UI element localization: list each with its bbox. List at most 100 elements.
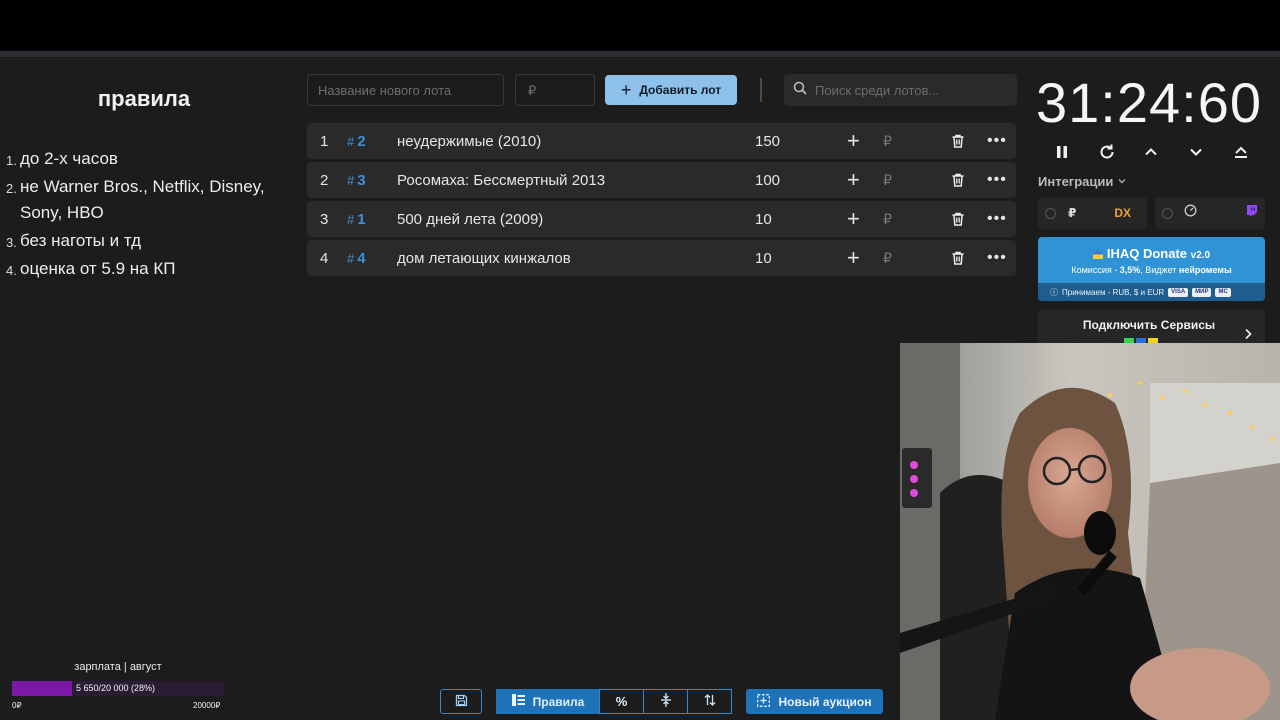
add-lot-button[interactable]: + Добавить лот <box>605 75 737 105</box>
percent-button[interactable]: % <box>599 689 644 714</box>
lot-amount: 150 <box>755 132 781 150</box>
lot-currency[interactable]: ₽ <box>883 123 892 159</box>
mastercard-badge: MC <box>1215 287 1231 297</box>
visa-badge: VISA <box>1168 287 1189 297</box>
lot-name[interactable]: дом летающих кинжалов <box>397 240 571 276</box>
integration-radio[interactable] <box>1045 207 1056 219</box>
rules-title: правила <box>97 86 191 111</box>
rule-text: оценка от 5.9 на КП <box>20 259 176 278</box>
info-icon: ⓘ <box>1050 287 1058 297</box>
sort-icon <box>704 694 716 709</box>
rule-item: 2. не Warner Bros., Netflix, Disney, Sony… <box>6 174 296 226</box>
lot-id[interactable]: #4 <box>347 240 366 276</box>
webcam-feed <box>900 343 1280 720</box>
salary-min-label: 0₽ <box>12 701 22 710</box>
compress-icon <box>660 693 672 710</box>
sort-button[interactable] <box>687 689 732 714</box>
lot-add-amount-button[interactable]: + <box>847 201 860 237</box>
rule-item: 3. без наготы и тд <box>6 228 296 254</box>
donate-subtitle: Комиссия - 3,5%, Виджет нейромемы <box>1038 265 1265 275</box>
lot-search[interactable] <box>784 74 1017 106</box>
salary-label: зарплата | август <box>74 661 162 673</box>
lot-price-input[interactable] <box>515 74 595 106</box>
rule-text: не Warner Bros., Netflix, Disney, Sony, … <box>20 177 265 222</box>
add-lot-label: Добавить лот <box>639 83 722 97</box>
lot-add-amount-button[interactable]: + <box>847 162 860 198</box>
lot-amount: 10 <box>755 210 772 228</box>
lot-id[interactable]: #3 <box>347 162 366 198</box>
lot-amount: 100 <box>755 171 781 189</box>
lot-index: 1 <box>320 132 329 150</box>
lot-name[interactable]: Росомаха: Бессмертный 2013 <box>397 162 605 198</box>
lot-id[interactable]: #2 <box>347 123 366 159</box>
restart-icon[interactable] <box>1094 139 1120 165</box>
donate-version: v2.0 <box>1190 250 1211 261</box>
integration-radio[interactable] <box>1162 207 1173 219</box>
lot-name[interactable]: 500 дней лета (2009) <box>397 201 543 237</box>
chevron-up-icon[interactable] <box>1138 139 1164 165</box>
more-options-icon[interactable]: ••• <box>987 201 1007 237</box>
donate-commission: 3,5% <box>1119 265 1141 275</box>
lot-currency[interactable]: ₽ <box>883 240 892 276</box>
collapse-icon[interactable] <box>1228 139 1254 165</box>
new-auction-icon <box>757 693 771 710</box>
donate-subtitle-mid: , Виджет <box>1140 265 1179 275</box>
more-options-icon[interactable]: ••• <box>987 123 1007 159</box>
more-options-icon[interactable]: ••• <box>987 240 1007 276</box>
rules-button-label: Правила <box>532 694 585 709</box>
new-auction-button[interactable]: Новый аукцион <box>746 689 883 714</box>
pause-icon[interactable] <box>1049 139 1075 165</box>
lot-name-input[interactable] <box>307 74 504 106</box>
ukraine-heart-icon <box>1092 250 1103 259</box>
compact-view-button[interactable] <box>643 689 688 714</box>
lot-currency[interactable]: ₽ <box>883 201 892 237</box>
lot-row: 2 #3 Росомаха: Бессмертный 2013 100 + ₽ … <box>307 162 1016 198</box>
chevron-down-icon[interactable] <box>1183 139 1209 165</box>
rule-number: 3. <box>6 235 17 250</box>
connect-services-label: Подключить Сервисы <box>1082 318 1216 332</box>
trash-icon[interactable] <box>950 201 966 237</box>
integration-donation-box[interactable]: ₽ DX <box>1038 197 1147 229</box>
lot-index: 3 <box>320 210 329 228</box>
lot-id-number: 1 <box>357 210 366 228</box>
rule-item: 1. до 2-х часов <box>6 146 296 172</box>
more-options-icon[interactable]: ••• <box>987 162 1007 198</box>
rules-toggle-button[interactable]: Правила <box>496 689 600 714</box>
lot-index: 4 <box>320 249 329 267</box>
ihaq-donate-banner[interactable]: IHAQ Donate v2.0 Комиссия - 3,5%, Виджет… <box>1038 237 1265 301</box>
lot-currency[interactable]: ₽ <box>883 162 892 198</box>
lot-name[interactable]: неудержимые (2010) <box>397 123 541 159</box>
integrations-toggle[interactable]: Интеграции <box>1038 174 1127 189</box>
donate-widget-name: нейромемы <box>1178 265 1232 275</box>
top-black-bar <box>0 0 1280 52</box>
lot-row: 4 #4 дом летающих кинжалов 10 + ₽ ••• <box>307 240 1016 276</box>
rule-item: 4. оценка от 5.9 на КП <box>6 256 296 282</box>
toolbar-separator <box>760 78 762 102</box>
lot-add-amount-button[interactable]: + <box>847 123 860 159</box>
twitch-icon <box>1245 204 1258 222</box>
trash-icon[interactable] <box>950 123 966 159</box>
integration-twitch-box[interactable] <box>1155 197 1265 229</box>
donate-title: IHAQ Donate v2.0 <box>1038 246 1265 261</box>
chevron-down-icon <box>1117 174 1127 189</box>
donate-accepts-text: Принимаем - RUB, $ и EUR <box>1062 287 1165 297</box>
save-button[interactable] <box>440 689 482 714</box>
trash-icon[interactable] <box>950 240 966 276</box>
view-mode-group: Правила % <box>496 689 732 714</box>
dx-icon: DX <box>1114 206 1132 220</box>
lot-row: 1 #2 неудержимые (2010) 150 + ₽ ••• <box>307 123 1016 159</box>
search-input[interactable] <box>815 82 1005 98</box>
lot-add-amount-button[interactable]: + <box>847 240 860 276</box>
donate-accepts-bar: ⓘ Принимаем - RUB, $ и EUR VISA МИР MC <box>1038 283 1265 301</box>
rules-list: 1. до 2-х часов 2. не Warner Bros., Netfli… <box>6 146 296 284</box>
rule-text: до 2-х часов <box>20 149 118 168</box>
auction-timer: 31:24:60 <box>1036 71 1262 134</box>
rule-number: 1. <box>6 153 17 168</box>
salary-max-label: 20000₽ <box>193 701 221 710</box>
trash-icon[interactable] <box>950 162 966 198</box>
lot-index: 2 <box>320 171 329 189</box>
lot-id[interactable]: #1 <box>347 201 366 237</box>
donate-subtitle-prefix: Комиссия - <box>1071 265 1120 275</box>
ruble-icon: ₽ <box>1068 206 1077 220</box>
list-icon <box>511 694 525 709</box>
